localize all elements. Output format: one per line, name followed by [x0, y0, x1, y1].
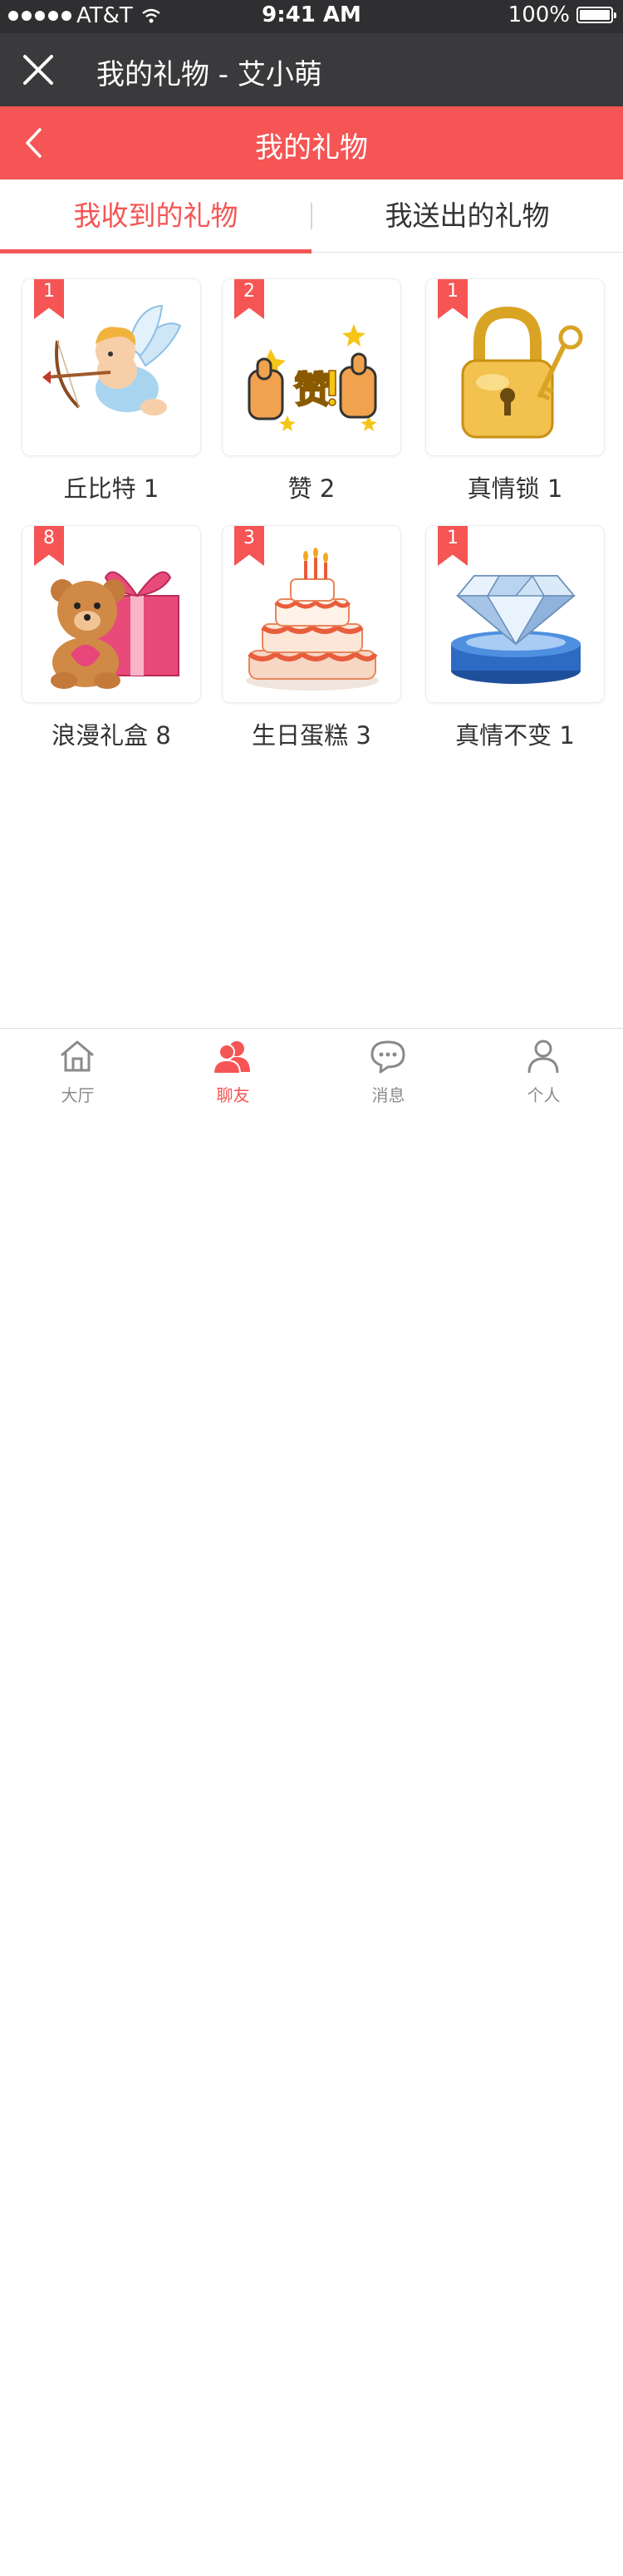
gift-label: 真情锁 1: [467, 474, 563, 503]
person-icon: [527, 1040, 559, 1074]
battery-percent: 100%: [508, 2, 570, 27]
status-right: 100%: [508, 2, 616, 27]
gift-card[interactable]: 1: [425, 525, 605, 703]
tab-received-gifts[interactable]: 我收到的礼物: [0, 179, 312, 253]
gift-label: 生日蛋糕 3: [252, 721, 371, 750]
window-title: 我的礼物 - 艾小萌: [96, 58, 322, 91]
svg-text:赞: 赞: [294, 369, 331, 411]
friends-icon: [213, 1041, 250, 1074]
gift-card[interactable]: 3: [222, 525, 401, 703]
gift-item[interactable]: 1 真情不变 1: [425, 525, 605, 751]
nav-item-profile[interactable]: 个人: [466, 1029, 621, 1112]
nav-label: 消息: [371, 1085, 405, 1105]
window-title-bar: 我的礼物 - 艾小萌: [0, 33, 623, 106]
nav-item-messages[interactable]: 消息: [311, 1029, 466, 1112]
message-icon: [370, 1040, 405, 1074]
nav-item-lobby[interactable]: 大厅: [0, 1029, 155, 1112]
home-icon: [61, 1040, 94, 1072]
gift-item[interactable]: 赞 2 赞 2: [222, 278, 401, 504]
gift-item[interactable]: 1 真情锁 1: [425, 278, 605, 504]
gift-item[interactable]: 3 生日蛋糕 3: [222, 525, 401, 751]
close-icon[interactable]: [20, 52, 56, 88]
gift-label: 浪漫礼盒 8: [52, 721, 171, 750]
gift-card[interactable]: 1: [425, 278, 605, 456]
nav-label: 大厅: [61, 1085, 95, 1105]
nav-item-friends[interactable]: 聊友: [155, 1029, 311, 1112]
tab-sent-gifts[interactable]: 我送出的礼物: [312, 179, 623, 253]
bottom-nav: 大厅 聊友 消息 个人: [0, 1028, 623, 1111]
status-bar: AT&T 9:41 AM 100%: [0, 0, 623, 33]
gift-card[interactable]: 8: [22, 525, 201, 703]
page-title: 我的礼物: [255, 131, 368, 165]
gift-card[interactable]: 赞 2: [222, 278, 401, 456]
gift-label: 真情不变 1: [455, 721, 575, 750]
gift-item[interactable]: 1 丘比特 1: [22, 278, 201, 504]
nav-label: 聊友: [216, 1085, 250, 1105]
gift-card[interactable]: 1: [22, 278, 201, 456]
page-header: 我的礼物: [0, 106, 623, 179]
nav-label: 个人: [527, 1085, 561, 1105]
gift-tabs: 我收到的礼物 我送出的礼物: [0, 179, 623, 253]
battery-icon: [576, 7, 616, 23]
gift-label: 赞 2: [287, 474, 336, 503]
gift-label: 丘比特 1: [63, 474, 159, 503]
gift-item[interactable]: 8 浪漫礼盒 8: [22, 525, 201, 751]
